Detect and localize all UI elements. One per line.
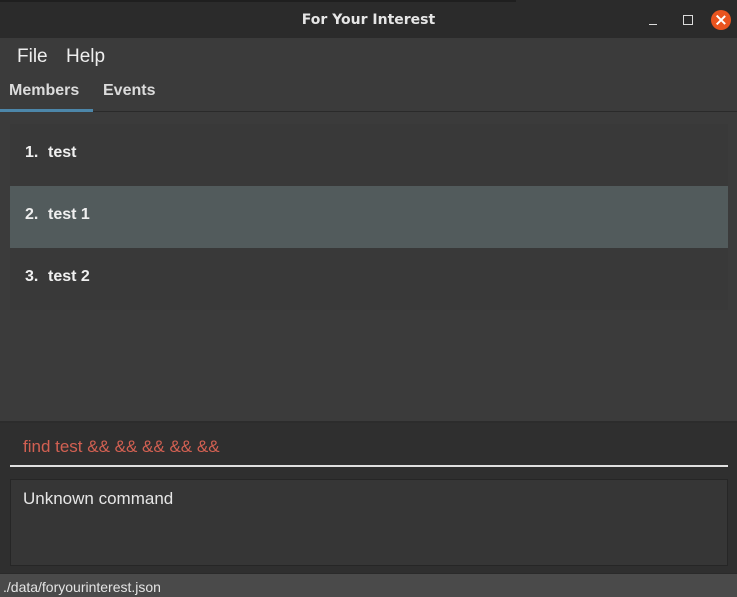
list-item[interactable]: 2. test 1 — [10, 186, 728, 248]
list-item[interactable]: 3. test 2 — [10, 248, 728, 310]
command-box — [0, 423, 737, 473]
window-title: For Your Interest — [301, 12, 436, 28]
result-display-area: Unknown command — [0, 473, 737, 573]
title-bar: For Your Interest — [0, 0, 737, 38]
list-item-name: test 2 — [48, 268, 90, 285]
list-item-name: test — [48, 144, 77, 161]
maximize-icon[interactable] — [677, 10, 697, 30]
list-item-index: 3. — [25, 268, 39, 285]
menu-bar: File Help — [0, 38, 737, 76]
result-message: Unknown command — [23, 489, 174, 508]
command-input[interactable] — [10, 429, 728, 467]
minimize-icon[interactable] — [643, 10, 663, 30]
tab-members[interactable]: Members — [9, 82, 79, 100]
list-item-index: 2. — [25, 206, 39, 223]
close-icon[interactable] — [711, 10, 731, 30]
tab-bar: Members Events — [0, 76, 737, 112]
list-item-index: 1. — [25, 144, 39, 161]
status-bar: ./data/foryourinterest.json — [0, 573, 737, 597]
list-item-name: test 1 — [48, 206, 90, 223]
result-display[interactable]: Unknown command — [10, 479, 728, 566]
menu-help[interactable]: Help — [66, 46, 105, 68]
status-file-path: ./data/foryourinterest.json — [3, 579, 161, 595]
tab-events[interactable]: Events — [103, 82, 155, 100]
list-item[interactable]: 1. test — [10, 124, 728, 186]
menu-file[interactable]: File — [17, 46, 48, 68]
member-list[interactable]: 1. test 2. test 1 3. test 2 — [10, 124, 728, 310]
